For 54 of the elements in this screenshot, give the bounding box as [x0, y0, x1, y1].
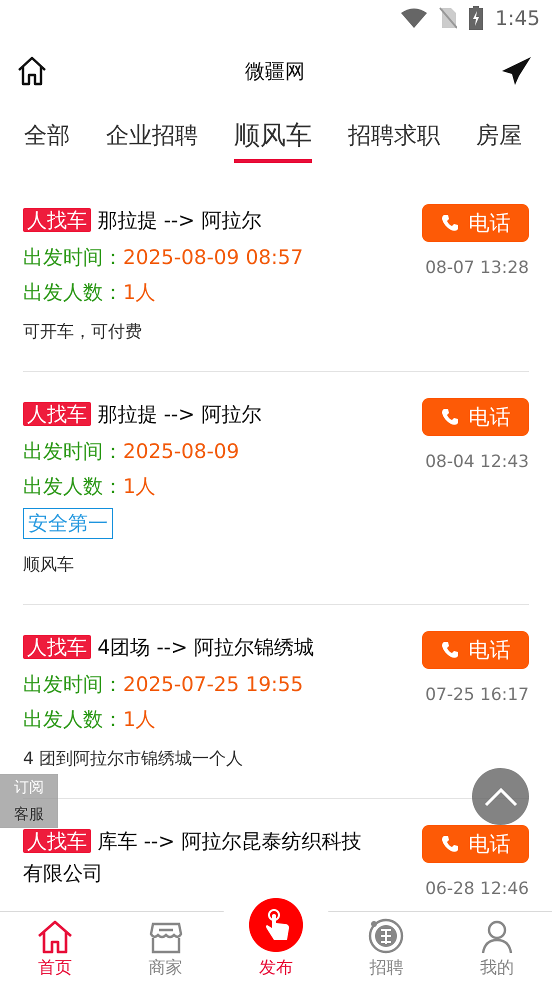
nav-item[interactable]: 商家 — [110, 912, 221, 983]
field-label: 出发人数： — [23, 707, 123, 731]
chevron-up-icon — [484, 786, 518, 806]
wifi-icon — [401, 8, 428, 28]
shop-icon — [148, 922, 183, 954]
post-note: 4 团到阿拉尔市锦绣城一个人 — [23, 748, 244, 770]
passenger-count: 1人 — [123, 280, 156, 304]
home-icon — [37, 920, 74, 954]
phone-icon — [440, 641, 458, 659]
no-sim-icon — [439, 7, 458, 29]
nav-item[interactable]: 首页 — [0, 912, 110, 983]
departure-time: 2025-07-25 19:55 — [123, 672, 304, 696]
post-note: 可开车，可付费 — [23, 321, 142, 343]
nav-item[interactable]: 招聘 — [331, 912, 442, 983]
hire-badge-icon — [368, 918, 404, 954]
phone-icon — [440, 214, 458, 232]
phone-icon — [440, 835, 458, 853]
passenger-count: 1人 — [123, 707, 156, 731]
nav-item[interactable]: 我的 — [442, 912, 552, 983]
battery-icon — [469, 6, 484, 30]
category-tab[interactable]: 全部 — [24, 114, 70, 160]
post-date: 06-28 12:46 — [425, 879, 529, 899]
category-tab[interactable]: 招聘求职 — [348, 114, 440, 160]
post-date: 08-07 13:28 — [425, 258, 529, 278]
app-title: 微疆网 — [245, 58, 305, 84]
call-button[interactable]: 电话 — [422, 398, 529, 436]
field-label: 出发人数： — [23, 474, 123, 498]
post-date: 07-25 16:17 — [425, 685, 529, 705]
call-button[interactable]: 电话 — [422, 631, 529, 669]
route-text: 人找车 库车 --> 阿拉尔昆泰纺织科技有限公司 — [23, 828, 362, 887]
route-text: 人找车 4团场 --> 阿拉尔锦绣城 — [23, 631, 314, 663]
departure-time: 2025-08-09 — [123, 439, 240, 463]
send-icon[interactable] — [502, 57, 532, 85]
passenger-count: 1人 — [123, 474, 156, 498]
category-tab[interactable]: 企业招聘 — [106, 114, 198, 160]
call-button[interactable]: 电话 — [422, 204, 529, 242]
field-label: 出发时间： — [23, 672, 123, 696]
post-date: 08-04 12:43 — [425, 452, 529, 472]
category-tab[interactable]: 房屋 — [476, 114, 522, 160]
category-tab[interactable]: 顺风车 — [234, 112, 312, 162]
departure-time: 2025-08-09 08:57 — [123, 245, 304, 269]
field-label: 出发时间： — [23, 245, 123, 269]
route-text: 人找车 那拉提 --> 阿拉尔 — [23, 204, 262, 236]
user-icon — [480, 920, 513, 954]
label-badge: 安全第一 — [23, 508, 113, 539]
field-label: 出发人数： — [23, 280, 123, 304]
home-icon[interactable] — [16, 55, 48, 87]
phone-icon — [440, 408, 458, 426]
post-note: 顺风车 — [23, 554, 74, 576]
route-text: 人找车 那拉提 --> 阿拉尔 — [23, 398, 262, 430]
status-time: 1:45 — [495, 6, 540, 30]
field-label: 出发时间： — [23, 439, 123, 463]
side-link[interactable]: 客服 — [14, 805, 44, 824]
call-button[interactable]: 电话 — [422, 825, 529, 863]
